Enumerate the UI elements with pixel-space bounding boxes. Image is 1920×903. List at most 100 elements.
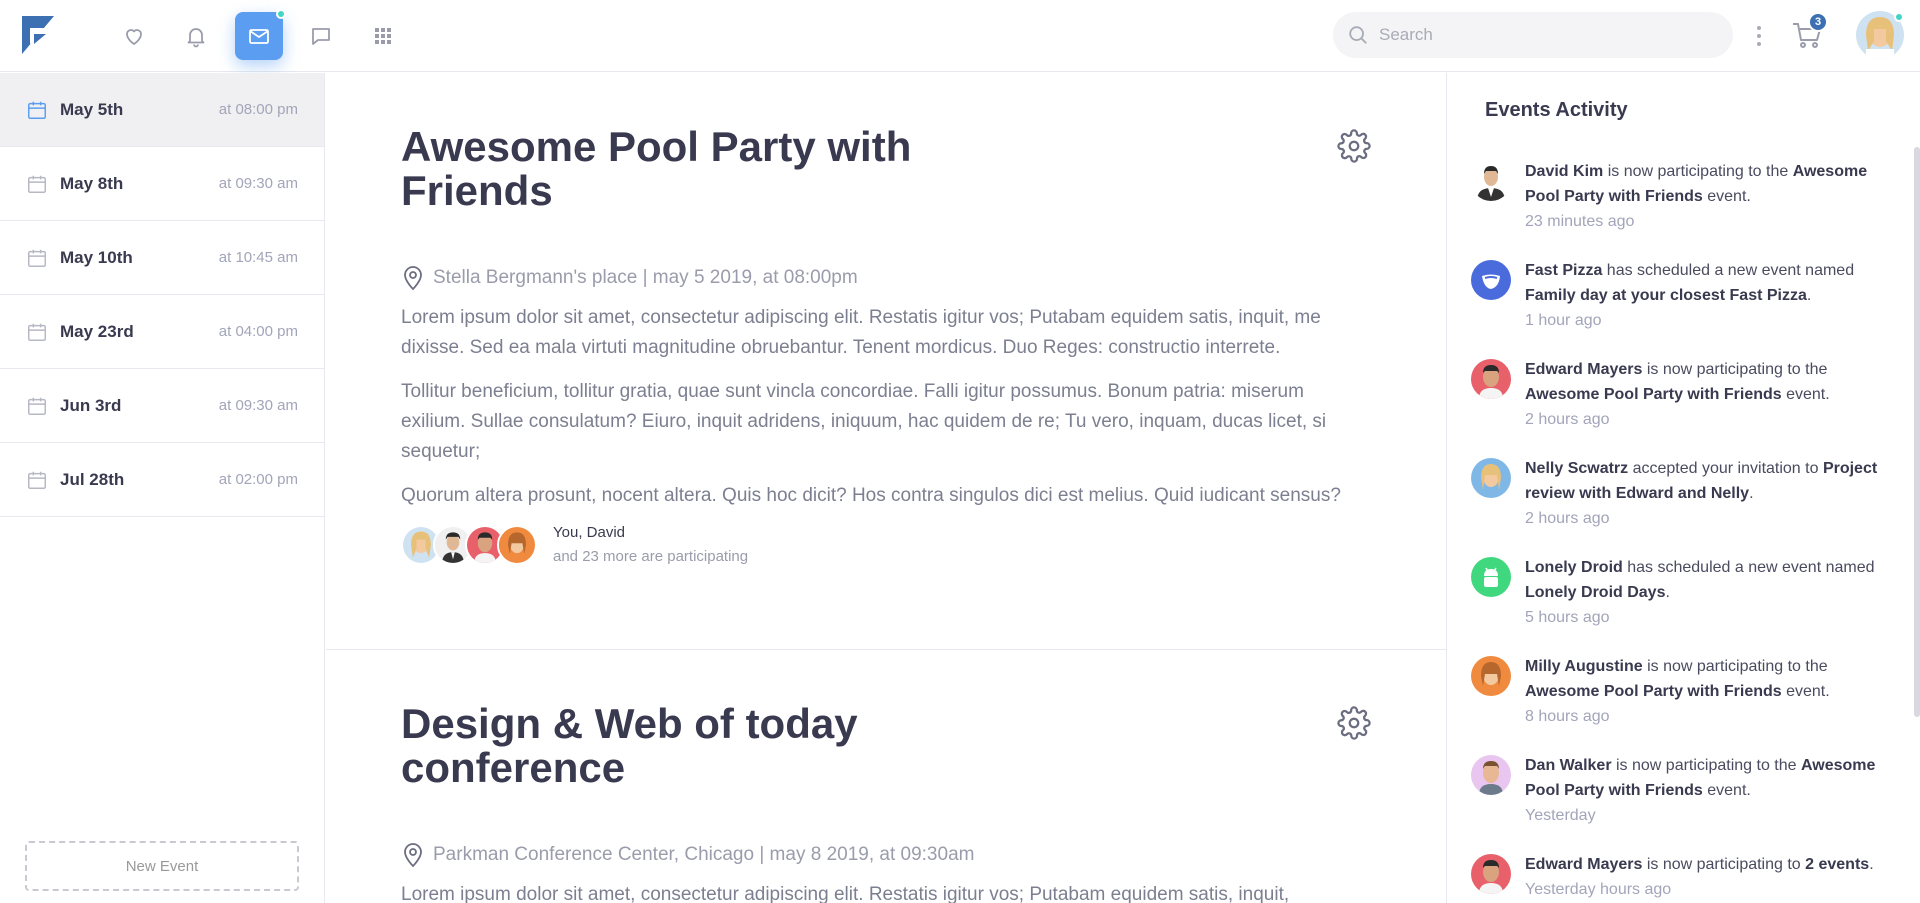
activity-tail: . xyxy=(1869,856,1874,873)
search-bar[interactable] xyxy=(1333,12,1733,58)
event-location: Stella Bergmann's place | may 5 2019, at… xyxy=(401,265,1371,291)
activity-actor[interactable]: Edward Mayers xyxy=(1525,856,1642,873)
activity-action: accepted your invitation to xyxy=(1628,460,1823,477)
event-card: Design & Web of today conference Parkman… xyxy=(326,650,1446,903)
activity-tail: event. xyxy=(1781,386,1830,403)
gear-icon[interactable] xyxy=(1337,706,1371,740)
date-label: May 23rd xyxy=(60,321,134,341)
participants-summary: You, David and 23 more are participating xyxy=(553,521,748,569)
event-card: Awesome Pool Party with Friends Stella B… xyxy=(326,73,1446,650)
event-description: Quorum altera prosunt, nocent altera. Qu… xyxy=(401,485,1341,506)
activity-action: is now participating to xyxy=(1642,856,1806,873)
activity-actor[interactable]: Dan Walker xyxy=(1525,757,1612,774)
activity-action: is now participating to the xyxy=(1642,361,1828,378)
activity-time: Yesterday xyxy=(1525,807,1596,824)
activity-avatar xyxy=(1471,557,1511,597)
date-item-jun-3rd[interactable]: Jun 3rd at 09:30 am xyxy=(0,369,324,443)
activity-actor[interactable]: Nelly Scwatrz xyxy=(1525,460,1628,477)
date-time: at 04:00 pm xyxy=(218,323,298,340)
activity-actor[interactable]: Edward Mayers xyxy=(1525,361,1642,378)
activity-time: 2 hours ago xyxy=(1525,510,1610,527)
dot xyxy=(1757,26,1761,30)
activity-text: David Kim is now participating to the Aw… xyxy=(1525,159,1891,234)
activity-item[interactable]: Fast Pizza has scheduled a new event nam… xyxy=(1471,258,1891,333)
activity-text: Edward Mayers is now participating to th… xyxy=(1525,357,1891,432)
activity-target[interactable]: Awesome Pool Party with Friends xyxy=(1525,386,1782,403)
calendar-icon xyxy=(28,175,46,193)
activity-tail: . xyxy=(1665,584,1670,601)
more-options-button[interactable] xyxy=(1749,22,1769,50)
cart-count-badge: 3 xyxy=(1808,12,1828,32)
search-input[interactable] xyxy=(1379,25,1699,45)
date-time: at 09:30 am xyxy=(218,175,298,192)
activity-avatar xyxy=(1471,656,1511,696)
activity-scrollbar[interactable] xyxy=(1914,147,1920,717)
grid-icon xyxy=(375,28,391,44)
date-label: May 10th xyxy=(60,247,133,267)
activity-actor[interactable]: David Kim xyxy=(1525,163,1603,180)
event-location: Parkman Conference Center, Chicago | may… xyxy=(401,842,1371,868)
messages-nav-button[interactable] xyxy=(235,9,286,60)
activity-avatar xyxy=(1471,359,1511,399)
activity-actor[interactable]: Lonely Droid xyxy=(1525,559,1623,576)
activity-text: Nelly Scwatrz accepted your invitation t… xyxy=(1525,456,1891,531)
apps-nav-button[interactable] xyxy=(359,12,407,60)
activity-actor[interactable]: Fast Pizza xyxy=(1525,262,1602,279)
activity-item[interactable]: Nelly Scwatrz accepted your invitation t… xyxy=(1471,456,1891,531)
activity-text: Fast Pizza has scheduled a new event nam… xyxy=(1525,258,1891,333)
event-description: Tollitur beneficium, tollitur gratia, qu… xyxy=(401,381,1327,462)
activity-action: has scheduled a new event named xyxy=(1622,559,1875,576)
activity-target[interactable]: Family day at your closest Fast Pizza xyxy=(1525,287,1807,304)
activity-item[interactable]: Lonely Droid has scheduled a new event n… xyxy=(1471,555,1891,630)
calendar-icon xyxy=(28,323,46,341)
calendar-icon xyxy=(28,397,46,415)
activity-list: David Kim is now participating to the Aw… xyxy=(1471,159,1891,903)
participants-names: You, David xyxy=(553,524,625,541)
activity-avatar xyxy=(1471,854,1511,894)
date-item-jul-28th[interactable]: Jul 28th at 02:00 pm xyxy=(0,443,324,517)
dot xyxy=(1757,42,1761,46)
event-location-text: Stella Bergmann's place | may 5 2019, at… xyxy=(433,267,858,288)
activity-avatar xyxy=(1471,458,1511,498)
notifications-nav-button[interactable] xyxy=(172,12,220,60)
activity-item[interactable]: Edward Mayers is now participating to 2 … xyxy=(1471,852,1891,902)
date-item-may-5th[interactable]: May 5th at 08:00 pm xyxy=(0,73,324,147)
activity-action: has scheduled a new event named xyxy=(1602,262,1855,279)
date-label: Jul 28th xyxy=(60,469,125,489)
calendar-icon xyxy=(28,249,46,267)
heart-icon xyxy=(126,29,142,45)
date-item-may-8th[interactable]: May 8th at 09:30 am xyxy=(0,147,324,221)
activity-target[interactable]: 2 events xyxy=(1805,856,1869,873)
event-title: Design & Web of today conference xyxy=(401,700,858,791)
event-title: Awesome Pool Party with Friends xyxy=(401,123,912,214)
online-status-dot xyxy=(1894,12,1904,22)
favorites-nav-button[interactable] xyxy=(110,12,158,60)
activity-item[interactable]: David Kim is now participating to the Aw… xyxy=(1471,159,1891,234)
new-event-button[interactable]: New Event xyxy=(25,841,299,891)
participant-avatar xyxy=(497,525,537,565)
gear-icon[interactable] xyxy=(1337,129,1371,163)
participants[interactable]: You, David and 23 more are participating xyxy=(401,521,1371,569)
activity-actor[interactable]: Milly Augustine xyxy=(1525,658,1643,675)
bell-icon xyxy=(187,28,205,48)
date-item-may-10th[interactable]: May 10th at 10:45 am xyxy=(0,221,324,295)
chat-nav-button[interactable] xyxy=(297,12,345,60)
activity-item[interactable]: Dan Walker is now participating to the A… xyxy=(1471,753,1891,828)
date-label: May 8th xyxy=(60,173,124,193)
map-pin-icon xyxy=(404,266,422,291)
activity-avatar xyxy=(1471,161,1511,201)
activity-item[interactable]: Milly Augustine is now participating to … xyxy=(1471,654,1891,729)
date-label: May 5th xyxy=(60,99,124,119)
date-label: Jun 3rd xyxy=(60,395,122,415)
map-pin-icon xyxy=(404,843,422,868)
search-icon xyxy=(1349,26,1367,44)
chat-icon xyxy=(312,28,330,45)
participant-avatars xyxy=(401,525,537,565)
activity-target[interactable]: Awesome Pool Party with Friends xyxy=(1525,683,1782,700)
logo-icon[interactable] xyxy=(20,14,56,56)
activity-tail: . xyxy=(1806,287,1812,304)
date-item-may-23rd[interactable]: May 23rd at 04:00 pm xyxy=(0,295,324,369)
activity-item[interactable]: Edward Mayers is now participating to th… xyxy=(1471,357,1891,432)
activity-time: 2 hours ago xyxy=(1525,411,1610,428)
activity-target[interactable]: Lonely Droid Days xyxy=(1525,584,1665,601)
